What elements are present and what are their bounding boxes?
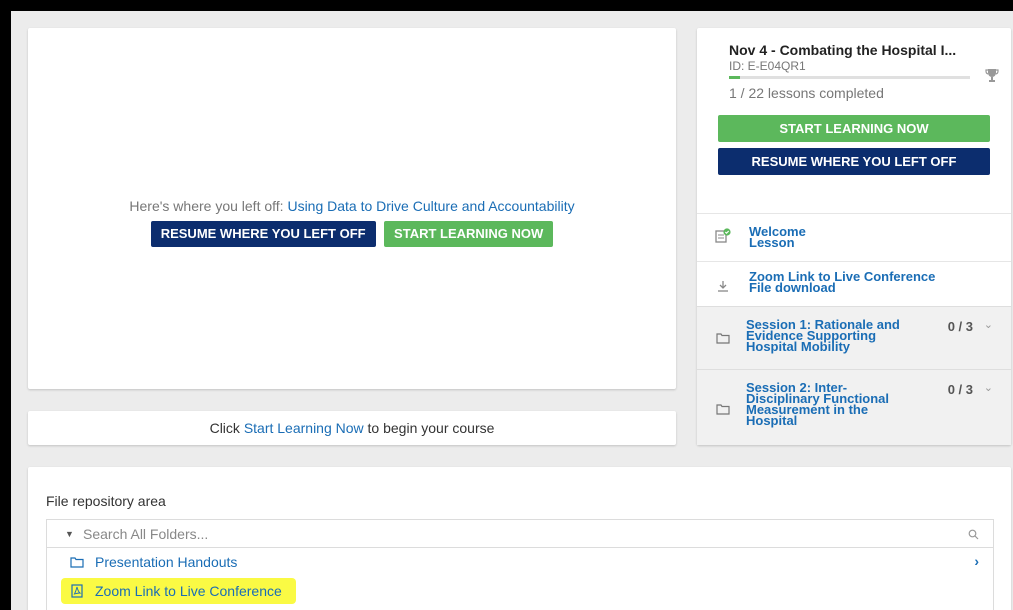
caret-down-icon[interactable]: ▼ <box>65 529 74 539</box>
lesson-complete-icon <box>715 228 731 243</box>
session-progress-count: 0 / 3 <box>947 382 973 397</box>
pdf-file-icon <box>71 584 83 598</box>
trophy-icon <box>985 69 999 82</box>
outline-item-text: Welcome Lesson <box>749 225 806 249</box>
cta-start-learning-link[interactable]: Start Learning Now <box>244 420 364 436</box>
session-progress-count: 0 / 3 <box>947 319 973 334</box>
chevron-down-icon[interactable]: ⌄ <box>984 381 993 394</box>
session-title: Session 2: Inter- Disciplinary Functiona… <box>746 381 926 427</box>
session-title: Session 1: Rationale and Evidence Suppor… <box>746 318 926 354</box>
chevron-down-icon[interactable]: ⌄ <box>984 318 993 331</box>
download-icon <box>718 281 728 292</box>
left-off-prefix: Here's where you left off: <box>129 198 284 214</box>
start-learning-button[interactable]: START LEARNING NOW <box>384 221 554 247</box>
left-off-text: Here's where you left off: Using Data to… <box>28 198 676 214</box>
file-name[interactable]: Zoom Link to Live Conference <box>95 583 282 599</box>
course-progress-fill <box>729 76 740 79</box>
session-title-line: Hospital Mobility <box>746 339 850 354</box>
folder-row-presentation-handouts[interactable]: Presentation Handouts › <box>47 548 993 577</box>
left-off-lesson-link[interactable]: Using Data to Drive Culture and Accounta… <box>287 198 574 214</box>
folder-icon <box>70 557 84 568</box>
begin-course-bar: Click Start Learning Now to begin your c… <box>28 411 676 445</box>
outline-item-welcome[interactable]: Welcome Lesson <box>697 213 1011 261</box>
outline-session-2[interactable]: Session 2: Inter- Disciplinary Functiona… <box>697 369 1011 445</box>
search-icon[interactable] <box>968 529 979 540</box>
cta-suffix: to begin your course <box>367 420 495 436</box>
chevron-right-icon[interactable]: › <box>974 553 979 569</box>
file-repository: File repository area ▼ Search All Folder… <box>28 467 1011 610</box>
page: Here's where you left off: Using Data to… <box>11 11 1013 610</box>
course-progress-bar <box>729 76 970 79</box>
hero-button-row: RESUME WHERE YOU LEFT OFF START LEARNING… <box>28 221 676 247</box>
course-title[interactable]: Nov 4 - Combating the Hospital I... <box>729 42 990 58</box>
folder-icon <box>716 333 730 344</box>
resume-card: Here's where you left off: Using Data to… <box>28 28 676 389</box>
folder-icon <box>716 404 730 415</box>
repository-label: File repository area <box>46 493 166 509</box>
course-start-learning-button[interactable]: START LEARNING NOW <box>718 115 990 142</box>
outline-item-zoom-link[interactable]: Zoom Link to Live Conference File downlo… <box>697 261 1011 306</box>
resume-button[interactable]: RESUME WHERE YOU LEFT OFF <box>150 221 376 247</box>
outline-item-text: Zoom Link to Live Conference File downlo… <box>749 270 935 294</box>
outline-session-1[interactable]: Session 1: Rationale and Evidence Suppor… <box>697 306 1011 369</box>
lessons-completed: 1 / 22 lessons completed <box>729 85 884 101</box>
course-outline: Welcome Lesson Zoom Link to Live Confere… <box>697 213 1011 445</box>
repository-box: ▼ Search All Folders... Presentation Han… <box>46 519 994 610</box>
search-input[interactable]: Search All Folders... <box>83 526 208 542</box>
file-row-zoom-link[interactable]: Zoom Link to Live Conference <box>47 577 993 606</box>
course-header: Nov 4 - Combating the Hospital I... ID: … <box>697 28 1011 101</box>
cta-prefix: Click <box>209 420 240 436</box>
course-panel: Nov 4 - Combating the Hospital I... ID: … <box>697 28 1011 445</box>
course-id: ID: E-E04QR1 <box>729 59 806 73</box>
folder-search[interactable]: ▼ Search All Folders... <box>47 520 993 548</box>
folder-name[interactable]: Presentation Handouts <box>95 554 237 570</box>
course-resume-button[interactable]: RESUME WHERE YOU LEFT OFF <box>718 148 990 175</box>
